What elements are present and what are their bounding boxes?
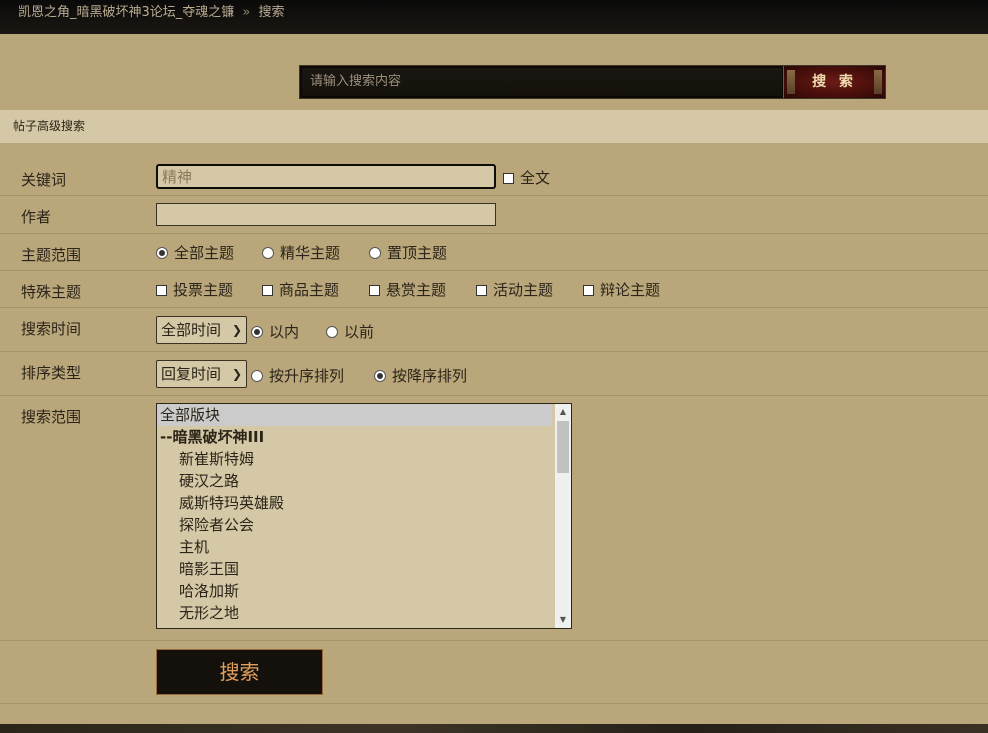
checkbox-icon[interactable]	[156, 285, 167, 296]
list-item[interactable]: 新崔斯特姆	[157, 448, 571, 470]
option-label: 辩论主题	[600, 281, 661, 299]
top-search-bar: 请输入搜索内容 搜 索	[299, 65, 886, 99]
list-item[interactable]: 威斯特玛英雄殿	[157, 492, 571, 514]
topic-scope-label: 主题范围	[21, 246, 82, 264]
list-item[interactable]: 探险者公会	[157, 514, 571, 536]
search-time-option-within[interactable]: 以内	[251, 321, 299, 342]
list-item[interactable]: 硬汉之路	[157, 470, 571, 492]
footer-strip	[0, 724, 988, 733]
breadcrumb: 凯恩之角_暗黑破坏神3论坛_夺魂之镰 » 搜索	[18, 1, 285, 20]
topic-scope-row: 主题范围 全部主题 精华主题 置顶主题	[0, 234, 988, 271]
radio-selected-icon[interactable]	[156, 247, 168, 259]
option-label: 置顶主题	[387, 244, 448, 262]
list-item[interactable]: 哈洛加斯	[157, 580, 571, 602]
sort-option-descending[interactable]: 按降序排列	[374, 365, 467, 386]
keyword-input[interactable]: 精神	[156, 164, 496, 189]
search-time-select[interactable]: 全部时间 ❯	[156, 316, 247, 344]
checkbox-icon[interactable]	[262, 285, 273, 296]
special-option-activity[interactable]: 活动主题	[476, 279, 553, 300]
scroll-thumb[interactable]	[557, 421, 569, 473]
breadcrumb-current: 搜索	[258, 5, 285, 20]
checkbox-icon[interactable]	[369, 285, 380, 296]
search-time-option-before[interactable]: 以前	[326, 321, 374, 342]
scroll-up-arrow-icon[interactable]: ▲	[555, 404, 571, 420]
radio-selected-icon[interactable]	[374, 370, 386, 382]
special-topics-row: 特殊主题 投票主题 商品主题 悬赏主题 活动主题 辩论主题	[0, 271, 988, 308]
option-label: 投票主题	[173, 281, 234, 299]
radio-icon[interactable]	[369, 247, 381, 259]
breadcrumb-separator: »	[242, 5, 251, 20]
list-item[interactable]: --暗黑破坏神III	[157, 426, 571, 448]
breadcrumb-forum-link[interactable]: 凯恩之角_暗黑破坏神3论坛_夺魂之镰	[18, 5, 234, 20]
special-option-poll[interactable]: 投票主题	[156, 279, 233, 300]
search-submit-button[interactable]: 搜索	[156, 649, 323, 695]
radio-icon[interactable]	[326, 326, 338, 338]
special-option-reward[interactable]: 悬赏主题	[369, 279, 446, 300]
search-time-select-value: 全部时间	[161, 321, 222, 339]
sort-option-ascending[interactable]: 按升序排列	[251, 365, 344, 386]
forum-listbox[interactable]: 全部版块 --暗黑破坏神III 新崔斯特姆 硬汉之路 威斯特玛英雄殿 探险者公会…	[156, 403, 572, 629]
fulltext-option[interactable]: 全文	[503, 167, 550, 188]
option-label: 按升序排列	[269, 367, 345, 385]
topic-scope-option-digest[interactable]: 精华主题	[262, 242, 340, 263]
author-label: 作者	[21, 208, 52, 226]
list-item[interactable]: 全部版块	[157, 404, 552, 426]
author-row: 作者	[0, 196, 988, 234]
option-label: 以内	[269, 323, 300, 341]
radio-selected-icon[interactable]	[251, 326, 263, 338]
checkbox-icon[interactable]	[476, 285, 487, 296]
checkbox-icon[interactable]	[583, 285, 594, 296]
select-chevron-icon: ❯	[231, 323, 242, 337]
special-topics-label: 特殊主题	[21, 283, 82, 301]
top-search-input[interactable]: 请输入搜索内容	[302, 68, 782, 96]
option-label: 全部主题	[174, 244, 235, 262]
special-option-trade[interactable]: 商品主题	[262, 279, 339, 300]
author-input[interactable]	[156, 203, 496, 226]
option-label: 按降序排列	[392, 367, 468, 385]
topic-scope-option-sticky[interactable]: 置顶主题	[369, 242, 447, 263]
list-item[interactable]: 暗影王国	[157, 558, 571, 580]
top-bar: 凯恩之角_暗黑破坏神3论坛_夺魂之镰 » 搜索	[0, 0, 988, 34]
sort-type-row: 排序类型 回复时间 ❯ 按升序排列 按降序排列	[0, 352, 988, 396]
radio-icon[interactable]	[251, 370, 263, 382]
fulltext-label: 全文	[520, 169, 551, 187]
option-label: 以前	[344, 323, 375, 341]
list-item[interactable]: 无形之地	[157, 602, 571, 624]
option-label: 精华主题	[280, 244, 341, 262]
search-range-label: 搜索范围	[21, 408, 82, 426]
keyword-row: 关键词 精神 全文	[0, 157, 988, 196]
option-label: 活动主题	[493, 281, 554, 299]
sort-type-select-value: 回复时间	[161, 365, 222, 383]
top-search-button[interactable]: 搜 索	[783, 66, 885, 98]
scroll-down-arrow-icon[interactable]: ▼	[555, 612, 571, 628]
topic-scope-option-all[interactable]: 全部主题	[156, 242, 234, 263]
fulltext-checkbox[interactable]	[503, 173, 514, 184]
listbox-scrollbar[interactable]: ▲ ▼	[555, 404, 571, 628]
search-time-row: 搜索时间 全部时间 ❯ 以内 以前	[0, 308, 988, 352]
sort-type-label: 排序类型	[21, 364, 82, 382]
sort-type-select[interactable]: 回复时间 ❯	[156, 360, 247, 388]
list-item[interactable]: 主机	[157, 536, 571, 558]
keyword-label: 关键词	[21, 171, 67, 189]
option-label: 悬赏主题	[386, 281, 447, 299]
option-label: 商品主题	[279, 281, 340, 299]
special-option-debate[interactable]: 辩论主题	[583, 279, 660, 300]
submit-row	[0, 641, 988, 704]
section-title: 帖子高级搜索	[0, 110, 988, 143]
select-chevron-icon: ❯	[231, 367, 242, 381]
search-time-label: 搜索时间	[21, 320, 82, 338]
radio-icon[interactable]	[262, 247, 274, 259]
